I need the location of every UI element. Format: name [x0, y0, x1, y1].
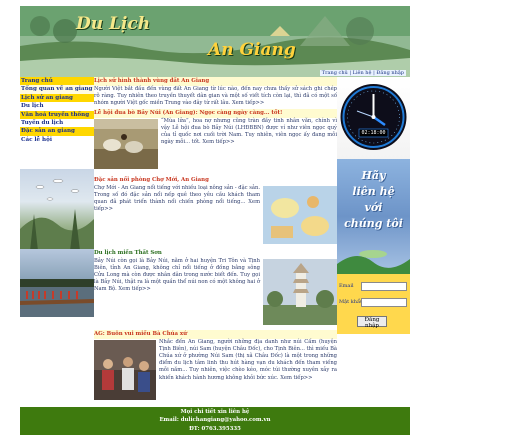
- login-form: Email Mật khẩu Đăng nhập: [337, 274, 410, 334]
- section-title-that-son[interactable]: Du lịch miền Thất Sơn: [94, 249, 337, 258]
- nav-item-tuyen-du-lich[interactable]: Tuyến du lịch: [20, 118, 94, 128]
- page: Du Lịch An Giang Trang chủ | Liên hệ | Đ…: [20, 6, 410, 435]
- section-title-dac-san[interactable]: Đặc sản nổi phòng Chợ Mới, An Giang: [94, 176, 337, 185]
- dac-san-photo: [263, 185, 337, 246]
- contact-promo-banner[interactable]: Hãy liên hệ với chúng tôi: [337, 159, 410, 274]
- footer-contact-line: Mọi chi tiết xin liên hệ: [180, 409, 250, 415]
- footer-email[interactable]: Email: dulichangiang@yahoo.com.vn: [20, 416, 410, 424]
- banner-links[interactable]: Trang chủ | Liên hệ | Đăng nhập: [319, 70, 406, 76]
- section-title-ba-chua-xu[interactable]: AG: Buôn vui miếu Bà Chúa xứ: [94, 329, 337, 339]
- right-sidebar: 02:18:00 Hãy liên hệ với chúng tôi Email…: [337, 77, 410, 407]
- email-field[interactable]: [361, 282, 407, 291]
- password-label: Mật khẩu: [339, 299, 364, 305]
- pilgrims-photo: [94, 339, 156, 402]
- promo-line-1: Hãy: [361, 169, 386, 182]
- nav-item-dac-san[interactable]: Đặc sản an giang: [20, 127, 94, 136]
- clock-time-readout: 02:18:00: [361, 130, 386, 136]
- nav-item-van-hoa[interactable]: Văn hoá truyền thống: [20, 110, 94, 119]
- site-logo-du-lich: Du Lịch: [76, 14, 151, 34]
- footer: Mọi chi tiết xin liên hệ Email: dulichan…: [20, 407, 410, 435]
- pagoda-photo: [263, 258, 337, 327]
- section-text-lich-su: Người Việt bắt đầu đến vùng đất An Giang…: [94, 86, 337, 107]
- promo-line-3: với: [364, 201, 383, 214]
- footer-phone: ĐT: 0763.395335: [189, 425, 241, 432]
- nav-item-lich-su[interactable]: Lịch sử an giang: [20, 93, 94, 103]
- section-title-le-hoi[interactable]: Lễ hội đua bò Bảy Núi (An Giang): Ngọc c…: [94, 108, 337, 118]
- ox-race-photo: [94, 118, 158, 171]
- nav-item-tong-quan[interactable]: Tổng quan về an giang: [20, 85, 94, 94]
- site-logo-an-giang: An Giang: [208, 40, 296, 60]
- login-button[interactable]: Đăng nhập: [357, 316, 387, 329]
- clock-icon: [340, 84, 407, 150]
- promo-line-4: chúng tôi: [344, 217, 403, 230]
- left-sidebar: Trang chủ Tổng quan về an giang Lịch sử …: [20, 77, 94, 407]
- promo-decoration: [337, 250, 410, 274]
- header-banner: Du Lịch An Giang Trang chủ | Liên hệ | Đ…: [20, 6, 410, 77]
- main-content: Lịch sử hình thành vùng đất An Giang Ngư…: [94, 77, 337, 407]
- password-field[interactable]: [361, 298, 407, 307]
- promo-line-2: liên hệ: [352, 185, 395, 198]
- clock-widget: 02:18:00: [337, 77, 410, 159]
- nav-item-du-lich[interactable]: Du lịch: [20, 102, 94, 111]
- nav-item-le-hoi[interactable]: Các lễ hội: [20, 135, 94, 145]
- nav-item-trang-chu[interactable]: Trang chủ: [20, 77, 94, 86]
- email-label: Email: [339, 283, 354, 289]
- boat-race-photo: [20, 249, 94, 317]
- section-title-lich-su[interactable]: Lịch sử hình thành vùng đất An Giang: [94, 77, 337, 86]
- storks-photo: [20, 169, 94, 251]
